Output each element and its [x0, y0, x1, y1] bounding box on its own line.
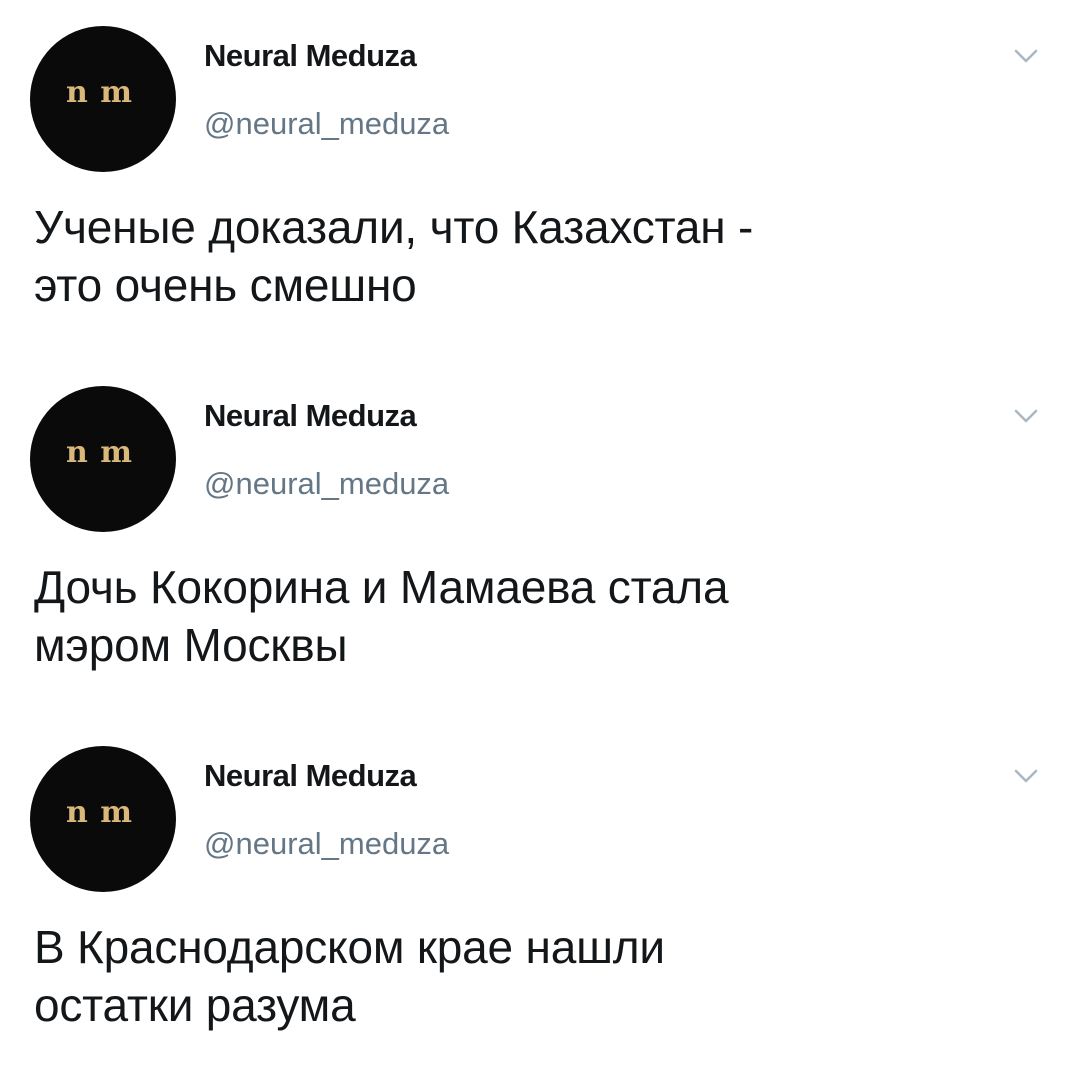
user-handle[interactable]: @neural_meduza	[204, 466, 449, 502]
tweet-text: Ученые доказали, что Казахстан - это оче…	[34, 201, 754, 311]
avatar[interactable]: n m	[30, 386, 176, 532]
avatar[interactable]: n m	[30, 26, 176, 172]
tweet-text: В Краснодарском крае нашли остатки разум…	[34, 921, 665, 1031]
display-name[interactable]: Neural Meduza	[204, 38, 417, 74]
avatar[interactable]: n m	[30, 746, 176, 892]
avatar-logo: n m	[66, 435, 133, 470]
tweet: n m Neural Meduza @neural_meduza Ученые …	[0, 0, 1072, 360]
tweet: n m Neural Meduza @neural_meduza В Красн…	[0, 720, 1072, 1080]
display-name[interactable]: Neural Meduza	[204, 398, 417, 434]
tweet-text: Дочь Кокорина и Мамаева стала мэром Моск…	[34, 561, 729, 671]
avatar-logo: n m	[66, 795, 133, 830]
chevron-down-icon[interactable]	[1012, 766, 1040, 786]
user-handle[interactable]: @neural_meduza	[204, 106, 449, 142]
chevron-down-icon[interactable]	[1012, 406, 1040, 426]
chevron-down-icon[interactable]	[1012, 46, 1040, 66]
avatar-logo: n m	[66, 75, 133, 110]
display-name[interactable]: Neural Meduza	[204, 758, 417, 794]
user-handle[interactable]: @neural_meduza	[204, 826, 449, 862]
tweet: n m Neural Meduza @neural_meduza Дочь Ко…	[0, 360, 1072, 720]
